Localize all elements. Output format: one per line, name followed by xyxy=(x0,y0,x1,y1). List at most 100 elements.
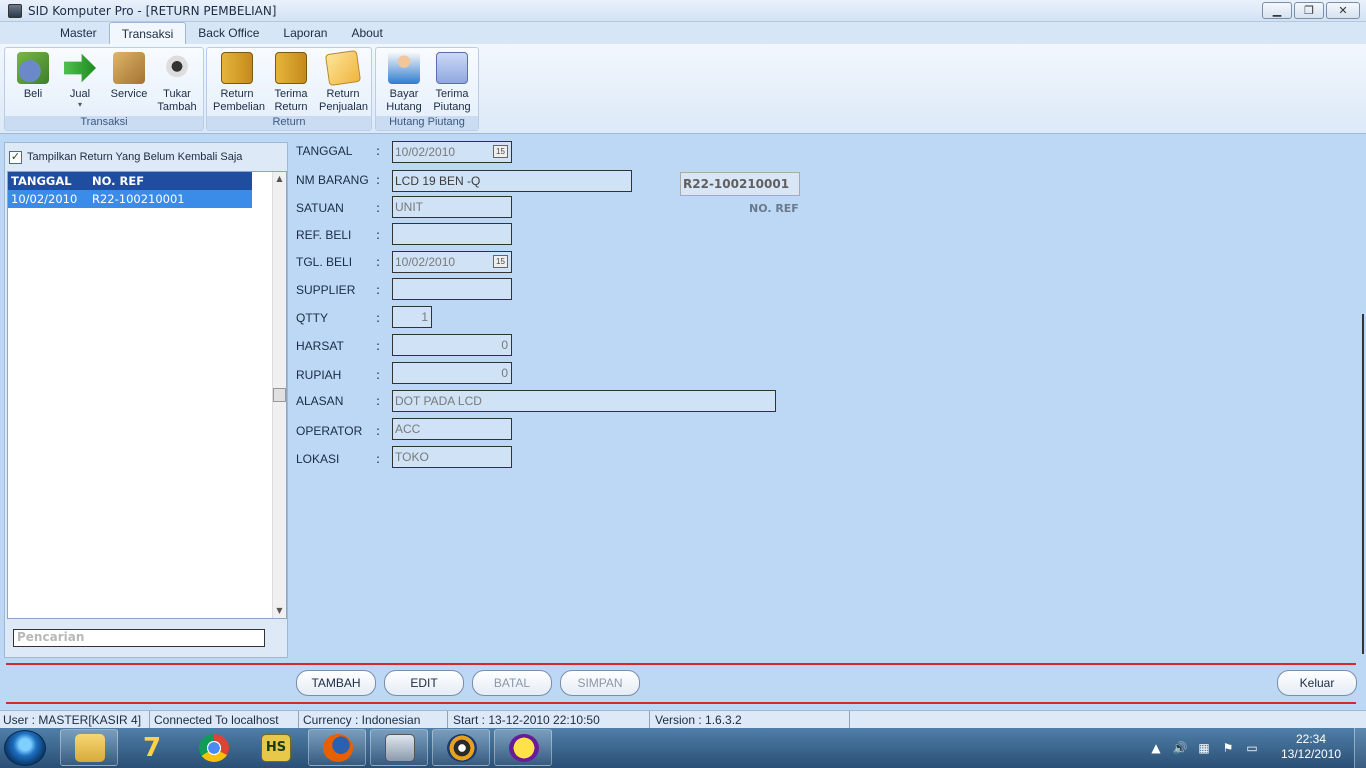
scroll-up-icon[interactable]: ▲ xyxy=(273,174,286,186)
taskbar-chrome[interactable] xyxy=(184,729,242,766)
taskbar-media[interactable] xyxy=(432,729,490,766)
satuan-field[interactable]: UNIT xyxy=(392,196,512,218)
tab-back-office[interactable]: Back Office xyxy=(186,22,271,44)
harsat-label: HARSAT xyxy=(296,339,344,353)
app-icon xyxy=(8,3,22,18)
tambah-label: Tambah xyxy=(157,101,197,113)
ref-beli-colon: : xyxy=(376,228,381,242)
tray-arrow-icon[interactable]: ▲ xyxy=(1148,740,1164,756)
supplier-field[interactable] xyxy=(392,278,512,300)
tanggal-value: 10/02/2010 xyxy=(395,145,456,159)
harsat-field[interactable]: 0 xyxy=(392,334,512,356)
top-divider xyxy=(6,663,1356,665)
lokasi-label: LOKASI xyxy=(296,452,340,466)
hs-icon: HS xyxy=(261,734,291,762)
col-tanggal-header[interactable]: TANGGAL xyxy=(8,174,92,188)
filter-checkbox-row[interactable]: ✓ Tampilkan Return Yang Belum Kembali Sa… xyxy=(9,147,243,167)
tambah-button[interactable]: TAMBAH xyxy=(296,670,376,696)
table-row[interactable]: 10/02/2010 R22-100210001 xyxy=(8,190,252,208)
no-ref-display: R22-100210001 xyxy=(680,172,800,196)
filter-checkbox[interactable]: ✓ xyxy=(9,150,22,164)
taskbar: 7 HS ▲ 🔊 ▦ ⚑ ▭ 22:34 13/12/2010 xyxy=(0,728,1366,768)
tab-master[interactable]: Master xyxy=(48,22,109,44)
tgl-beli-value: 10/02/2010 xyxy=(395,255,456,269)
batal-button[interactable]: BATAL xyxy=(472,670,552,696)
group-transaksi-label: Transaksi xyxy=(5,116,203,130)
calendar-icon[interactable]: 15 xyxy=(493,255,508,268)
person-chat-icon xyxy=(388,52,420,84)
alasan-field[interactable]: DOT PADA LCD xyxy=(392,390,776,412)
start-button[interactable] xyxy=(4,730,46,766)
col-noref-header[interactable]: NO. REF xyxy=(92,174,144,188)
tr2-label: Return xyxy=(274,101,308,113)
qtty-colon: : xyxy=(376,311,381,325)
alasan-label: ALASAN xyxy=(296,394,344,408)
cart-icon xyxy=(17,52,49,84)
beli-button[interactable]: Beli xyxy=(9,52,57,101)
scroll-down-icon[interactable]: ▼ xyxy=(273,606,286,618)
rp1-label: Return xyxy=(220,88,254,100)
tab-transaksi[interactable]: Transaksi xyxy=(108,22,187,44)
clock-date: 13/12/2010 xyxy=(1280,747,1342,761)
clock[interactable]: 22:34 13/12/2010 xyxy=(1274,732,1348,762)
grid-scrollbar[interactable]: ▲ ▼ xyxy=(272,172,286,618)
return-pembelian-button[interactable]: Return Pembelian xyxy=(213,52,265,114)
restore-button[interactable]: ❐ xyxy=(1294,2,1324,19)
flag-icon[interactable]: ⚑ xyxy=(1220,740,1236,756)
monitor-tray-icon[interactable]: ▭ xyxy=(1244,740,1260,756)
beli-label: Beli xyxy=(23,88,43,100)
operator-field[interactable]: ACC xyxy=(392,418,512,440)
dropdown-arrow-icon: ▾ xyxy=(77,100,82,109)
network-icon[interactable]: ▦ xyxy=(1196,740,1212,756)
action-bar: TAMBAH EDIT BATAL SIMPAN Keluar xyxy=(0,660,1366,706)
minimize-button[interactable]: ▁ xyxy=(1262,2,1292,19)
id-card-icon xyxy=(436,52,468,84)
lokasi-colon: : xyxy=(376,452,381,466)
calendar-icon[interactable]: 15 xyxy=(493,145,508,158)
bottom-divider xyxy=(6,702,1356,704)
taskbar-yahoo[interactable] xyxy=(494,729,552,766)
taskbar-seven[interactable]: 7 xyxy=(122,729,180,766)
tab-laporan[interactable]: Laporan xyxy=(271,22,339,44)
door-open-icon xyxy=(275,52,307,84)
taskbar-hs[interactable]: HS xyxy=(246,729,304,766)
alasan-colon: : xyxy=(376,394,381,408)
tr1-label: Terima xyxy=(274,88,308,100)
satuan-colon: : xyxy=(376,201,381,215)
terima-piutang-button[interactable]: Terima Piutang xyxy=(428,52,476,114)
tgl-beli-field[interactable]: 10/02/2010 15 xyxy=(392,251,512,273)
system-tray: ▲ 🔊 ▦ ⚑ ▭ xyxy=(1148,732,1260,764)
lokasi-field[interactable]: TOKO xyxy=(392,446,512,468)
taskbar-firefox[interactable] xyxy=(308,729,366,766)
keluar-button[interactable]: Keluar xyxy=(1277,670,1357,696)
terima-return-button[interactable]: Terima Return xyxy=(267,52,315,114)
taskbar-app[interactable] xyxy=(370,729,428,766)
return-penjualan-button[interactable]: Return Penjualan xyxy=(319,49,368,114)
taskbar-explorer[interactable] xyxy=(60,729,118,766)
rp2-label: Pembelian xyxy=(213,101,265,113)
qtty-field[interactable]: 1 xyxy=(392,306,432,328)
edit-button[interactable]: EDIT xyxy=(384,670,464,696)
simpan-button[interactable]: SIMPAN xyxy=(560,670,640,696)
search-input[interactable]: Pencarian xyxy=(13,629,265,647)
volume-icon[interactable]: 🔊 xyxy=(1172,740,1188,756)
close-button[interactable]: ✕ xyxy=(1326,2,1360,19)
edge-divider xyxy=(1362,314,1364,654)
tanggal-field[interactable]: 10/02/2010 15 xyxy=(392,141,512,163)
tgl-beli-colon: : xyxy=(376,255,381,269)
ref-beli-label: REF. BELI xyxy=(296,228,352,242)
return-list-panel: ✓ Tampilkan Return Yang Belum Kembali Sa… xyxy=(4,142,288,658)
tab-about[interactable]: About xyxy=(339,22,394,44)
jual-button[interactable]: Jual ▾ xyxy=(56,52,104,109)
nm-barang-field[interactable]: LCD 19 BEN -Q xyxy=(392,170,632,192)
ref-beli-field[interactable] xyxy=(392,223,512,245)
firefox-icon xyxy=(323,734,353,762)
door-icon xyxy=(221,52,253,84)
rupiah-field[interactable]: 0 xyxy=(392,362,512,384)
tukar-tambah-button[interactable]: Tukar Tambah xyxy=(153,52,201,114)
scroll-thumb[interactable] xyxy=(273,388,286,402)
bayar-hutang-button[interactable]: Bayar Hutang xyxy=(380,52,428,114)
service-button[interactable]: Service xyxy=(105,52,153,101)
satuan-label: SATUAN xyxy=(296,201,344,215)
show-desktop-button[interactable] xyxy=(1354,728,1366,768)
